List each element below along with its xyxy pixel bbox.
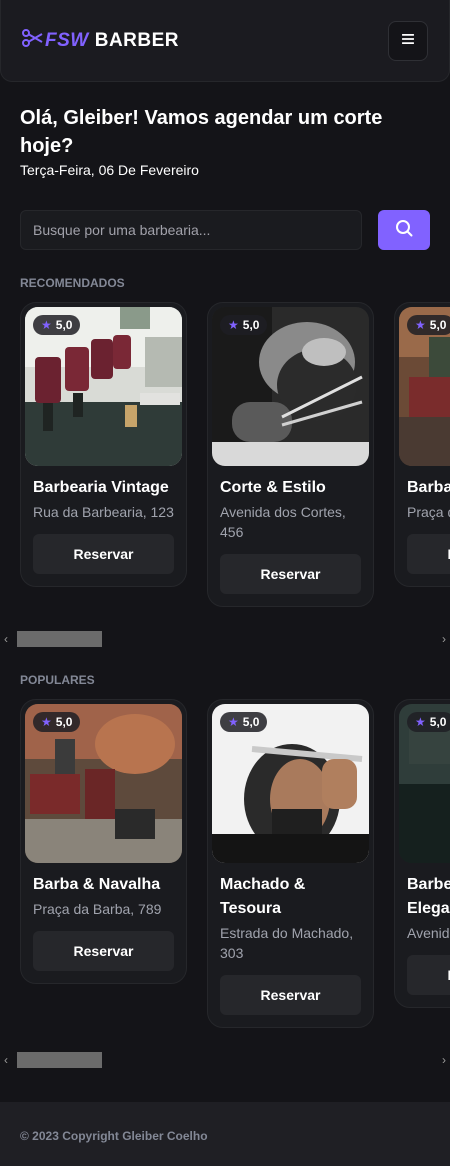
star-icon: ★ — [228, 318, 239, 332]
barbershop-address: Avenida Elegante, 404 — [407, 925, 450, 941]
logo-fsw: FSW — [45, 29, 89, 51]
rating-value: 5,0 — [55, 715, 73, 729]
scroll-right-icon[interactable]: › — [442, 1053, 446, 1067]
rating-value: 5,0 — [429, 318, 447, 332]
barbershop-image: ★ 5,0 — [399, 704, 450, 863]
barbershop-name: Barba & Navalha — [407, 479, 450, 496]
search-bar — [0, 178, 450, 250]
reserve-button[interactable]: Reservar — [407, 534, 450, 574]
barbershop-address: Praça da Barba, 789 — [407, 504, 450, 520]
barbershop-name: Barbearia Vintage — [33, 479, 169, 496]
barbershop-name: Corte & Estilo — [220, 479, 326, 496]
rating-badge: ★ 5,0 — [220, 315, 268, 335]
popular-title: Populares — [20, 673, 95, 687]
barbershop-name: Barba & Navalha — [33, 876, 161, 893]
barbershop-name: Barbearia Elegance — [407, 876, 450, 917]
reserve-button[interactable]: Reservar — [220, 554, 361, 594]
barbershop-address: Praça da Barba, 789 — [33, 901, 162, 917]
rating-value: 5,0 — [242, 318, 260, 332]
rating-badge: ★ 5,0 — [33, 315, 81, 335]
recommended-title: Recomendados — [20, 276, 125, 290]
barbershop-card[interactable]: ★ 5,0 Machado & Tesoura Estrada do Macha… — [207, 699, 374, 1028]
barbershop-card[interactable]: ★ 5,0 Barba & Navalha Praça da Barba, 78… — [394, 302, 450, 587]
barbershop-card[interactable]: ★ 5,0 Barbearia Elegance Avenida Elegant… — [394, 699, 450, 1008]
barbershop-image: ★ 5,0 — [212, 307, 369, 466]
star-icon: ★ — [415, 715, 426, 729]
rating-badge: ★ 5,0 — [407, 712, 450, 732]
rating-badge: ★ 5,0 — [33, 712, 81, 732]
logo-barber: BARBER — [94, 29, 179, 51]
barbershop-card[interactable]: ★ 5,0 Barbearia Vintage Rua da Barbearia… — [20, 302, 187, 587]
recommended-scrollbar[interactable]: ‹ › — [0, 631, 450, 647]
footer: © 2023 Copyright Gleiber Coelho — [0, 1102, 450, 1166]
menu-icon — [401, 32, 415, 50]
scissors-icon — [21, 29, 43, 52]
scroll-thumb[interactable] — [17, 1052, 102, 1068]
star-icon: ★ — [228, 715, 239, 729]
app-header: FSW BARBER — [0, 0, 450, 82]
greeting-section: Olá, Gleiber! Vamos agendar um corte hoj… — [0, 82, 450, 178]
greeting-date: Terça-Feira, 06 De Fevereiro — [20, 162, 199, 178]
search-icon — [395, 219, 413, 242]
logo[interactable]: FSW BARBER — [21, 29, 179, 52]
barbershop-address: Rua da Barbearia, 123 — [33, 504, 174, 520]
barbershop-address: Avenida dos Cortes, 456 — [220, 504, 346, 540]
barbershop-card[interactable]: ★ 5,0 Barba & Navalha Praça da Barba, 78… — [20, 699, 187, 984]
reserve-button[interactable]: Reservar — [33, 931, 174, 971]
star-icon: ★ — [415, 318, 426, 332]
rating-badge: ★ 5,0 — [220, 712, 268, 732]
rating-badge: ★ 5,0 — [407, 315, 450, 335]
rating-value: 5,0 — [242, 715, 260, 729]
popular-scrollbar[interactable]: ‹ › — [0, 1052, 450, 1068]
scroll-right-icon[interactable]: › — [442, 632, 446, 646]
reserve-button[interactable]: Reservar — [33, 534, 174, 574]
rating-value: 5,0 — [55, 318, 73, 332]
copyright-text: © 2023 Copyright Gleiber Coelho — [20, 1129, 208, 1143]
greeting-title: Olá, Gleiber! Vamos agendar um corte hoj… — [20, 107, 383, 157]
barbershop-image: ★ 5,0 — [399, 307, 450, 466]
reserve-button[interactable]: Reservar — [220, 975, 361, 1015]
menu-button[interactable] — [388, 20, 428, 61]
rating-value: 5,0 — [429, 715, 447, 729]
search-input[interactable] — [20, 210, 362, 250]
scroll-thumb[interactable] — [17, 631, 102, 647]
barbershop-image: ★ 5,0 — [212, 704, 369, 863]
star-icon: ★ — [41, 318, 52, 332]
scroll-left-icon[interactable]: ‹ — [4, 632, 8, 646]
barbershop-name: Machado & Tesoura — [220, 876, 306, 917]
barbershop-address: Estrada do Machado, 303 — [220, 925, 354, 961]
reserve-button[interactable]: Reservar — [407, 955, 450, 995]
recommended-carousel[interactable]: ★ 5,0 Barbearia Vintage Rua da Barbearia… — [0, 302, 450, 607]
barbershop-image: ★ 5,0 — [25, 704, 182, 863]
barbershop-card[interactable]: ★ 5,0 Corte & Estilo Avenida dos Cortes,… — [207, 302, 374, 607]
star-icon: ★ — [41, 715, 52, 729]
scroll-left-icon[interactable]: ‹ — [4, 1053, 8, 1067]
search-button[interactable] — [378, 210, 430, 250]
barbershop-image: ★ 5,0 — [25, 307, 182, 466]
popular-carousel[interactable]: ★ 5,0 Barba & Navalha Praça da Barba, 78… — [0, 699, 450, 1028]
